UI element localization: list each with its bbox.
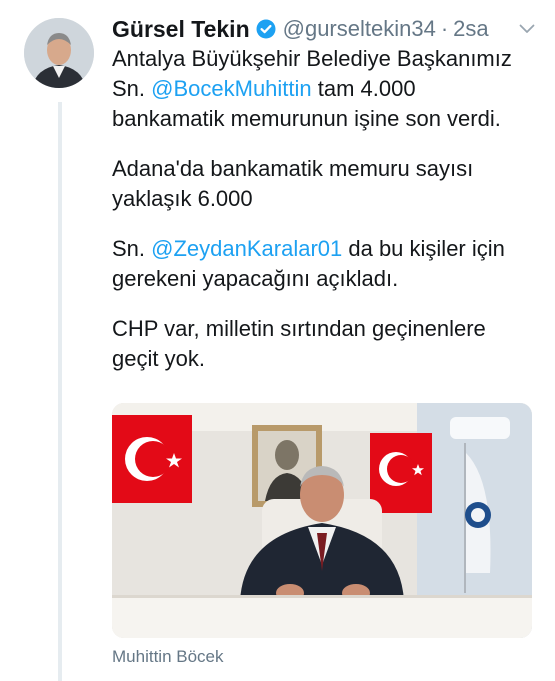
text-segment: Sn. [112,236,152,261]
tweet-paragraph: Antalya Büyükşehir Belediye Başkanımız S… [112,44,542,134]
mention-link[interactable]: @BocekMuhittin [151,76,312,101]
tweet-paragraph: Sn. @ZeydanKaralar01 da bu kişiler için … [112,234,542,294]
text-line: yaklaşık 6.000 [112,186,253,211]
text-line: bankamatik memurunun işine son verdi. [112,106,501,131]
text-line: Adana'da bankamatik memuru sayısı [112,156,474,181]
tweet-timestamp[interactable]: 2sa [453,16,488,42]
text-segment: Sn. [112,76,152,101]
tweet-paragraph: CHP var, milletin sırtından geçinenlere … [112,314,542,374]
text-segment: tam 4.000 [311,76,416,101]
text-line: geçit yok. [112,346,205,371]
chevron-down-icon[interactable] [519,24,541,34]
tweet-photo[interactable] [112,403,532,638]
text-segment: da bu kişiler için [342,236,505,261]
verified-badge-icon [256,19,276,39]
text-line: gerekeni yapacağını açıkladı. [112,266,399,291]
text-line: CHP var, milletin sırtından geçinenlere [112,316,486,341]
thread-line [58,102,62,681]
tweet-header: Gürsel Tekin @gurseltekin34 · 2sa [112,12,541,46]
mention-link[interactable]: @ZeydanKaralar01 [151,236,342,261]
display-name[interactable]: Gürsel Tekin [112,16,250,43]
avatar[interactable] [24,18,94,88]
user-handle[interactable]: @gurseltekin34 [283,16,436,42]
tweet-text: Antalya Büyükşehir Belediye Başkanımız S… [112,44,542,394]
text-line: Antalya Büyükşehir Belediye Başkanımız [112,46,512,71]
media-caption: Muhittin Böcek [112,647,224,666]
meta-separator: · [440,16,449,41]
tweet-paragraph: Adana'da bankamatik memuru sayısı yaklaş… [112,154,542,214]
